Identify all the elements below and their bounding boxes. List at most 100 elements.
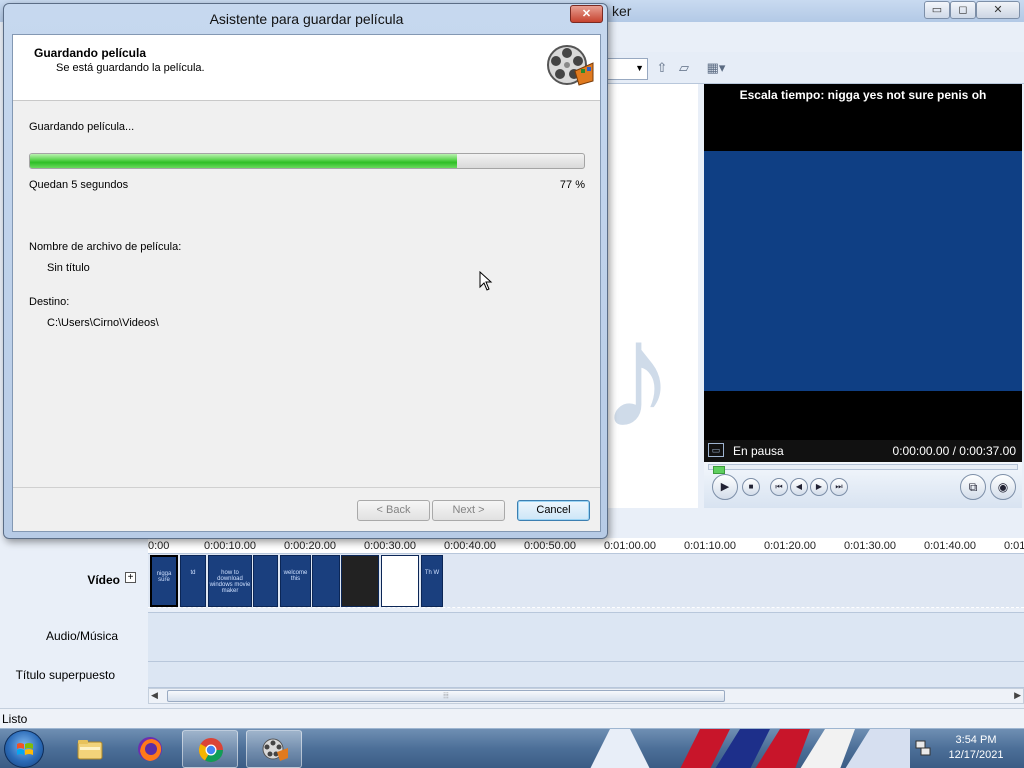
- chevron-down-icon: ▼: [635, 63, 644, 73]
- tick-label: 0:00:20.00: [284, 540, 336, 552]
- explorer-icon: [77, 740, 103, 760]
- next-frame-button[interactable]: ⏭: [830, 478, 848, 496]
- saving-status-label: Guardando película...: [29, 121, 135, 133]
- taskbar-explorer[interactable]: [62, 730, 118, 768]
- tick-label: 0:01:30.00: [844, 540, 896, 552]
- monitor-title: Escala tiempo: nigga yes not sure penis …: [739, 88, 987, 102]
- maximize-button[interactable]: ◻: [950, 1, 976, 19]
- taskbar-chrome[interactable]: [182, 730, 238, 768]
- timeline: 0:00 0:00:10.00 0:00:20.00 0:00:30.00 0:…: [0, 536, 1024, 706]
- up-folder-icon[interactable]: ⇧: [652, 58, 672, 78]
- dialog-heading: Guardando película: [34, 46, 147, 60]
- taskbar-firefox[interactable]: [122, 730, 178, 768]
- movie-maker-icon: [262, 738, 288, 761]
- stop-button[interactable]: ■: [742, 478, 760, 496]
- preview-monitor: Escala tiempo: nigga yes not sure penis …: [704, 84, 1022, 508]
- previous-frame-button[interactable]: ⏮: [770, 478, 788, 496]
- new-folder-icon[interactable]: ▱: [674, 58, 694, 78]
- dialog-header: Guardando película Se está guardando la …: [13, 35, 600, 101]
- dialog-title: Asistente para guardar película: [209, 11, 404, 27]
- clock-time: 3:54 PM: [955, 734, 997, 746]
- tick-label: 0:00:50.00: [524, 540, 576, 552]
- tick-label: 0:00:10.00: [204, 540, 256, 552]
- monitor-screen: [704, 151, 1022, 391]
- rewind-button[interactable]: ◀: [790, 478, 808, 496]
- playback-time: 0:00:00.00 / 0:00:37.00: [892, 444, 1016, 458]
- destination-value: C:\Users\Cirno\Videos\: [47, 317, 159, 329]
- network-icon[interactable]: [914, 739, 932, 757]
- video-clip[interactable]: how to download windows movie maker: [208, 555, 252, 607]
- dialog-subheading: Se está guardando la película.: [56, 62, 205, 74]
- status-bar: Listo: [0, 708, 1024, 728]
- playback-controls: ▶ ■ ⏮ ◀ ▶ ⏭ ⧉ ◉: [704, 462, 1022, 508]
- tick-label: 0:01:40.00: [924, 540, 976, 552]
- video-clip[interactable]: Th W: [421, 555, 443, 607]
- view-icon[interactable]: ▦▾: [706, 58, 726, 78]
- progress-fill: [30, 154, 457, 168]
- video-clip[interactable]: [253, 555, 278, 607]
- scroll-left-icon[interactable]: ◀: [151, 690, 158, 701]
- close-window-button[interactable]: ✕: [976, 1, 1020, 19]
- tick-label: 0:01: [1004, 540, 1024, 552]
- scroll-right-icon[interactable]: ▶: [1014, 690, 1021, 701]
- video-clip[interactable]: [341, 555, 379, 607]
- windows-logo-icon: [17, 743, 33, 755]
- video-clip[interactable]: welcome this: [280, 555, 311, 607]
- taskbar-movie-maker[interactable]: [246, 730, 302, 768]
- split-clip-button[interactable]: ⧉: [960, 474, 986, 500]
- expand-track-button[interactable]: +: [125, 572, 136, 583]
- music-note-icon: ♪: [600, 291, 675, 459]
- dialog-close-button[interactable]: ✕: [570, 5, 603, 23]
- app-title: ker: [612, 3, 632, 19]
- time-remaining: Quedan 5 segundos: [29, 179, 129, 191]
- tick-label: 0:01:20.00: [764, 540, 816, 552]
- tick-label: 0:00:40.00: [444, 540, 496, 552]
- video-clip[interactable]: nigga sure: [150, 555, 178, 607]
- status-text: Listo: [2, 712, 28, 726]
- forward-button[interactable]: ▶: [810, 478, 828, 496]
- video-track-label: Vídeo: [87, 573, 120, 587]
- video-clip[interactable]: [381, 555, 419, 607]
- clock-date: 12/17/2021: [948, 749, 1004, 761]
- filename-value: Sin título: [47, 262, 90, 274]
- dialog-body: Guardando película Se está guardando la …: [12, 34, 601, 532]
- next-button[interactable]: Next >: [432, 500, 505, 521]
- progress-percent: 77 %: [559, 179, 585, 191]
- taskbar: 3:54 PM 12/17/2021: [0, 728, 1024, 768]
- title-overlay-track-label: Título superpuesto: [15, 668, 115, 682]
- save-movie-wizard: Asistente para guardar película ✕ Guarda…: [3, 3, 608, 539]
- back-button[interactable]: < Back: [357, 500, 430, 521]
- video-clip[interactable]: [312, 555, 340, 607]
- playback-status: En pausa: [733, 444, 784, 458]
- collection-dropdown[interactable]: ▼: [606, 58, 648, 80]
- video-clip[interactable]: td: [180, 555, 206, 607]
- seek-bar[interactable]: [708, 464, 1018, 474]
- timeline-scrollbar[interactable]: ◀ ⦙⦙⦙ ▶: [148, 688, 1024, 704]
- destination-label: Destino:: [29, 296, 70, 308]
- system-clock[interactable]: 3:54 PM 12/17/2021: [935, 733, 1017, 763]
- tick-label: 0:01:00.00: [604, 540, 656, 552]
- minimize-button[interactable]: ▭: [924, 1, 950, 19]
- wallpaper-fragment: [590, 729, 910, 768]
- title-overlay-track[interactable]: [148, 662, 1024, 688]
- chrome-icon: [198, 738, 223, 763]
- timeline-ruler[interactable]: 0:00 0:00:10.00 0:00:20.00 0:00:30.00 0:…: [148, 538, 1024, 554]
- mouse-pointer-icon: [479, 271, 493, 291]
- fullscreen-icon[interactable]: ▭: [708, 443, 724, 457]
- audio-track[interactable]: [148, 612, 1024, 662]
- divider: [13, 487, 600, 488]
- start-button[interactable]: [4, 730, 44, 768]
- scrollbar-thumb[interactable]: ⦙⦙⦙: [167, 690, 725, 702]
- seek-thumb[interactable]: [713, 466, 725, 474]
- audio-track-label: Audio/Música: [45, 629, 118, 643]
- filename-label: Nombre de archivo de película:: [29, 241, 182, 253]
- film-reel-icon: [547, 45, 594, 86]
- monitor-status-bar: ▭ En pausa 0:00:00.00 / 0:00:37.00: [704, 440, 1022, 462]
- cancel-button[interactable]: Cancel: [517, 500, 590, 521]
- save-progress-bar: [29, 153, 585, 169]
- snapshot-camera-icon[interactable]: ◉: [990, 474, 1016, 500]
- tick-label: 0:01:10.00: [684, 540, 736, 552]
- play-button[interactable]: ▶: [712, 474, 738, 500]
- tick-label: 0:00:30.00: [364, 540, 416, 552]
- tick-label: 0:00: [148, 540, 170, 552]
